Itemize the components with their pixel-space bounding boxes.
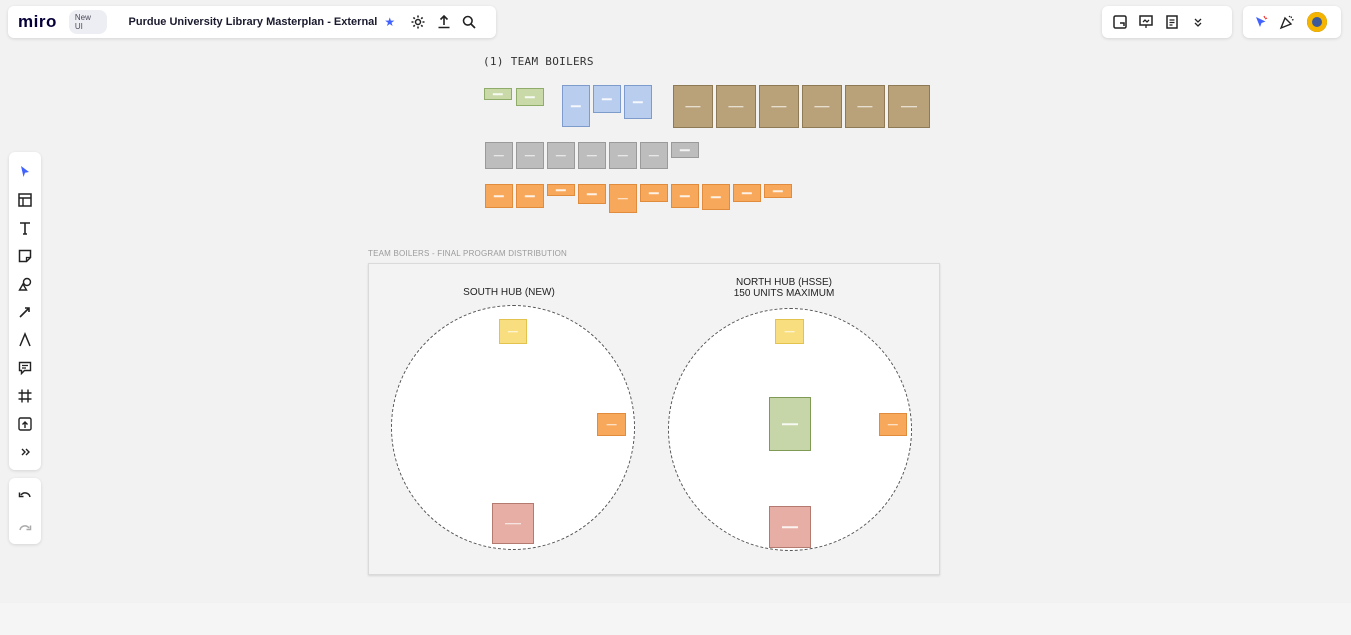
sticky-note[interactable] <box>562 85 590 127</box>
more-chevron-icon[interactable] <box>1188 12 1208 32</box>
sticky-note[interactable] <box>716 85 756 128</box>
sticky-note[interactable] <box>671 184 699 208</box>
user-avatar[interactable] <box>1307 12 1327 32</box>
sticky-note[interactable] <box>578 142 606 169</box>
sticky-note[interactable] <box>702 184 730 210</box>
canvas-bottom-area <box>0 603 1351 635</box>
frame-icon[interactable] <box>14 385 36 407</box>
sticky-note[interactable] <box>769 506 811 548</box>
sticky-note[interactable] <box>499 319 527 344</box>
redo-icon[interactable] <box>14 517 36 539</box>
sticky-note[interactable] <box>609 184 637 213</box>
sticky-note[interactable] <box>547 142 575 169</box>
settings-icon[interactable] <box>409 13 427 31</box>
more-tools-icon[interactable] <box>14 441 36 463</box>
present-icon[interactable] <box>1136 12 1156 32</box>
sticky-note[interactable] <box>597 413 626 436</box>
pen-icon[interactable] <box>14 329 36 351</box>
sticky-note[interactable] <box>764 184 792 198</box>
frame-label[interactable]: TEAM BOILERS - FINAL PROGRAM DISTRIBUTIO… <box>368 249 567 258</box>
sticky-note-icon[interactable] <box>14 245 36 267</box>
board-header: miro New UI Purdue University Library Ma… <box>8 6 496 38</box>
share-upload-icon[interactable] <box>435 13 453 31</box>
south-hub-title[interactable]: SOUTH HUB (NEW) <box>449 287 569 298</box>
north-hub-title[interactable]: NORTH HUB (HSSE) 150 UNITS MAXIMUM <box>709 277 859 299</box>
text-icon[interactable] <box>14 217 36 239</box>
history-toolbar <box>9 478 41 544</box>
sticky-note[interactable] <box>673 85 713 128</box>
templates-icon[interactable] <box>14 189 36 211</box>
connection-line-icon[interactable] <box>14 301 36 323</box>
reactions-icon[interactable] <box>1251 12 1271 32</box>
sticky-note[interactable] <box>516 88 544 106</box>
sticky-note[interactable] <box>759 85 799 128</box>
sticky-note[interactable] <box>578 184 606 204</box>
sticky-note[interactable] <box>769 397 811 451</box>
sticky-note[interactable] <box>624 85 652 119</box>
sticky-note[interactable] <box>492 503 534 544</box>
star-icon[interactable]: ★ <box>384 15 395 29</box>
sticky-add-icon[interactable] <box>1110 12 1130 32</box>
sticky-note[interactable] <box>484 88 512 100</box>
select-cursor-icon[interactable] <box>14 161 36 183</box>
celebrate-icon[interactable] <box>1277 12 1297 32</box>
notes-icon[interactable] <box>1162 12 1182 32</box>
miro-logo[interactable]: miro <box>18 12 57 32</box>
board-tools-bar <box>1102 6 1232 38</box>
sticky-note[interactable] <box>845 85 885 128</box>
sticky-note[interactable] <box>593 85 621 113</box>
shapes-icon[interactable] <box>14 273 36 295</box>
sticky-note[interactable] <box>485 184 513 208</box>
search-icon[interactable] <box>460 13 478 31</box>
upload-icon[interactable] <box>14 413 36 435</box>
sticky-note[interactable] <box>516 184 544 208</box>
north-hub-title-line1: NORTH HUB (HSSE) <box>736 277 832 288</box>
sticky-note[interactable] <box>888 85 930 128</box>
sticky-note[interactable] <box>547 184 575 196</box>
sticky-note[interactable] <box>775 319 804 344</box>
board-title[interactable]: Purdue University Library Masterplan - E… <box>129 16 378 28</box>
sticky-note[interactable] <box>640 142 668 169</box>
sticky-note[interactable] <box>609 142 637 169</box>
undo-icon[interactable] <box>14 484 36 506</box>
sticky-note[interactable] <box>733 184 761 202</box>
sticky-note[interactable] <box>879 413 907 436</box>
section-title[interactable]: (1) TEAM BOILERS <box>483 55 594 68</box>
new-ui-badge[interactable]: New UI <box>68 10 107 34</box>
sticky-note[interactable] <box>516 142 544 169</box>
sticky-note[interactable] <box>485 142 513 169</box>
creation-toolbar <box>9 152 41 470</box>
comment-icon[interactable] <box>14 357 36 379</box>
sticky-note[interactable] <box>640 184 668 202</box>
north-hub-title-line2: 150 UNITS MAXIMUM <box>733 288 835 299</box>
program-distribution-frame[interactable]: SOUTH HUB (NEW) NORTH HUB (HSSE) 150 UNI… <box>368 263 940 575</box>
sticky-note[interactable] <box>671 142 699 158</box>
sticky-note[interactable] <box>802 85 842 128</box>
collaboration-bar <box>1243 6 1341 38</box>
